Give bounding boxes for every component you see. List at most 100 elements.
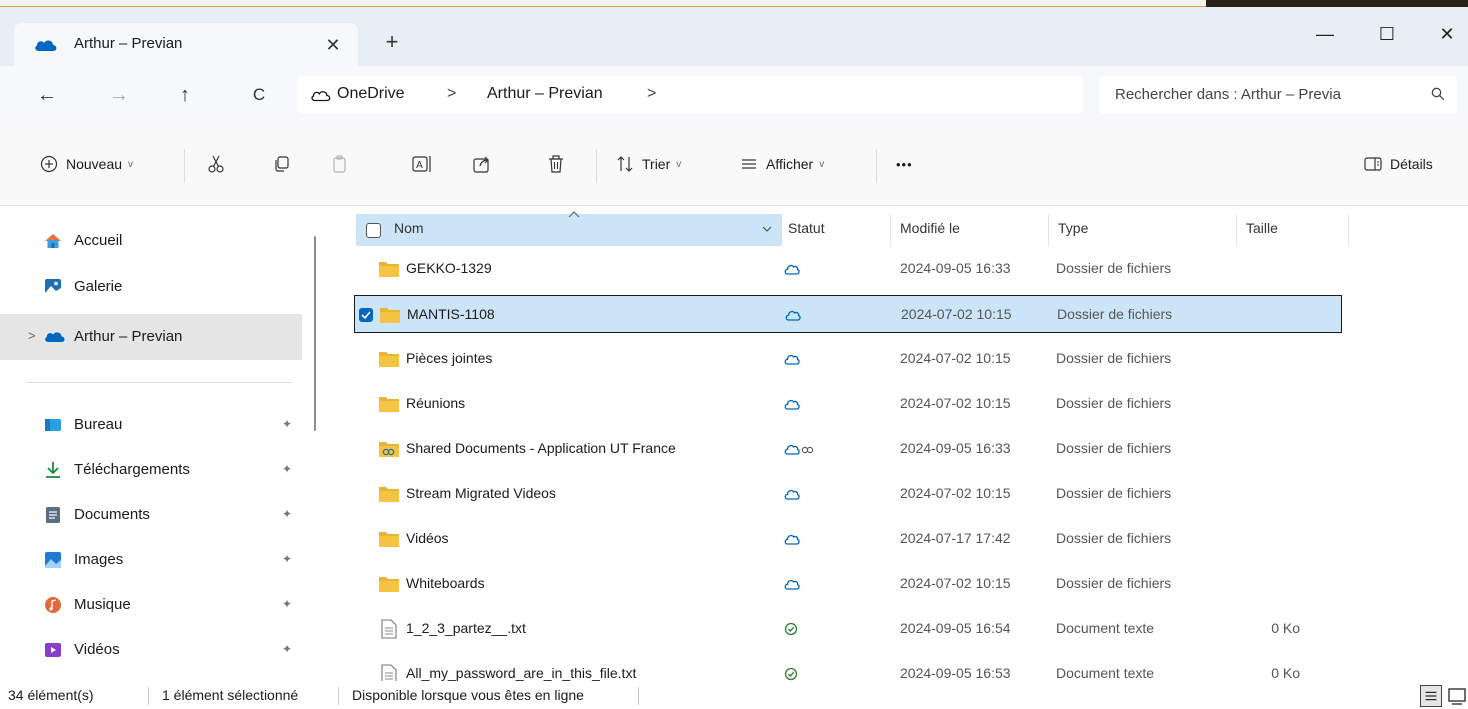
column-modified[interactable]: Modifié le (900, 220, 960, 236)
table-row[interactable]: Stream Migrated Videos 2024-07-02 10:15 Do… (354, 475, 1342, 513)
column-size[interactable]: Taille (1246, 220, 1278, 236)
column-header: Nom Statut Modifié le Type Taille (322, 211, 1468, 246)
refresh-button[interactable]: C (244, 80, 274, 110)
command-bar: Nouveau v A Trier v Afficher v ••• Détai… (0, 123, 1468, 206)
table-row[interactable]: Pièces jointes 2024-07-02 10:15 Dossier de… (354, 340, 1342, 378)
search-box[interactable] (1099, 76, 1457, 114)
delete-button[interactable] (546, 149, 566, 179)
screen: Arthur – Previan ✕ + — ☐ ✕ ← → ↑ C OneDr… (0, 0, 1468, 709)
cut-button[interactable] (206, 149, 226, 179)
sidebar-item-label: Vidéos (74, 641, 120, 658)
table-row[interactable]: All_my_password_are_in_this_file.txt 2024… (354, 655, 1342, 681)
sidebar-item-musique[interactable]: Musique ✦ (0, 586, 302, 624)
close-window-button[interactable]: ✕ (1427, 19, 1467, 49)
file-name: Réunions (406, 395, 466, 411)
column-type[interactable]: Type (1058, 220, 1088, 236)
row-checkbox-checked-icon[interactable] (359, 308, 373, 322)
sort-ascending-icon (568, 211, 580, 218)
large-icons-view-icon[interactable] (1446, 685, 1468, 707)
pin-icon[interactable]: ✦ (282, 642, 292, 656)
minimize-button[interactable]: — (1305, 19, 1345, 49)
file-type: Dossier de fichiers (1056, 260, 1172, 276)
sidebar-scrollbar[interactable] (314, 236, 316, 431)
back-button[interactable]: ← (32, 80, 62, 110)
pin-icon[interactable]: ✦ (282, 417, 292, 431)
paste-button[interactable] (330, 149, 350, 179)
select-all-checkbox[interactable] (366, 223, 381, 238)
file-modified: 2024-09-05 16:33 (900, 260, 1011, 276)
rename-button[interactable]: A (412, 149, 434, 179)
breadcrumb-arthur-previan[interactable]: Arthur – Previan (487, 85, 603, 103)
search-icon[interactable] (1431, 87, 1445, 101)
breadcrumb-separator[interactable]: > (647, 85, 656, 103)
column-divider[interactable] (890, 214, 891, 246)
tab-arthur-previan[interactable]: Arthur – Previan ✕ (14, 23, 358, 66)
shared-folder-icon (379, 442, 399, 457)
pin-icon[interactable]: ✦ (282, 462, 292, 476)
table-row[interactable]: MANTIS-1108 2024-07-02 10:15 Dossier de fi… (354, 295, 1342, 333)
details-button[interactable]: Détails (1364, 149, 1433, 179)
more-options-button[interactable]: ••• (896, 149, 913, 179)
column-status[interactable]: Statut (788, 220, 825, 236)
navigation-pane: Accueil Galerie > Arthur – Previan Burea… (0, 206, 322, 681)
chevron-right-icon[interactable]: > (28, 328, 36, 343)
sidebar-item-accueil[interactable]: Accueil (0, 222, 302, 260)
file-type: Document texte (1056, 620, 1155, 636)
chevron-down-icon: v (676, 158, 682, 170)
file-modified: 2024-07-02 10:15 (900, 485, 1011, 501)
pin-icon[interactable]: ✦ (282, 552, 292, 566)
table-row[interactable]: Shared Documents - Application UT France… (354, 430, 1342, 468)
file-name: Pièces jointes (406, 350, 493, 366)
sidebar-item-galerie[interactable]: Galerie (0, 268, 302, 306)
sort-button[interactable]: Trier v (616, 149, 681, 179)
column-divider[interactable] (1348, 214, 1349, 246)
sidebar-item-bureau[interactable]: Bureau ✦ (0, 406, 302, 444)
file-name: Shared Documents - Application UT France (406, 440, 676, 456)
sidebar-item-label: Images (74, 551, 124, 568)
breadcrumb-onedrive[interactable]: OneDrive (337, 85, 405, 103)
file-type: Dossier de fichiers (1056, 530, 1172, 546)
column-name[interactable]: Nom (356, 211, 782, 246)
share-icon (473, 156, 489, 173)
rename-icon: A (412, 156, 431, 172)
table-row[interactable]: Vidéos 2024-07-17 17:42 Dossier de fichier… (354, 520, 1342, 558)
sidebar-item-documents[interactable]: Documents ✦ (0, 496, 302, 534)
music-icon (45, 597, 61, 613)
cloud-status-icon (784, 579, 800, 590)
sidebar-item-arthur-previan[interactable]: > Arthur – Previan (0, 314, 302, 360)
file-type: Dossier de fichiers (1056, 485, 1172, 501)
toolbar-divider (876, 149, 877, 183)
table-row[interactable]: 1_2_3_partez__.txt 2024-09-05 16:54 Docume… (354, 610, 1342, 648)
up-button[interactable]: ↑ (170, 80, 200, 110)
status-divider (638, 687, 639, 705)
table-row[interactable]: Whiteboards 2024-07-02 10:15 Dossier de fi… (354, 565, 1342, 603)
sidebar-item-videos[interactable]: Vidéos ✦ (0, 631, 302, 669)
new-button[interactable]: Nouveau v (40, 149, 133, 179)
table-row[interactable]: Réunions 2024-07-02 10:15 Dossier de fichi… (354, 385, 1342, 423)
share-button[interactable] (472, 149, 492, 179)
copy-button[interactable] (272, 149, 292, 179)
file-type: Document texte (1056, 665, 1155, 681)
search-input[interactable] (1113, 85, 1417, 104)
sidebar-item-telechargements[interactable]: Téléchargements ✦ (0, 451, 302, 489)
onedrive-icon (45, 332, 65, 342)
breadcrumb-separator[interactable]: > (447, 85, 456, 103)
chevron-down-icon[interactable] (762, 226, 772, 233)
details-view-icon[interactable] (1420, 685, 1442, 707)
column-name-label: Nom (394, 220, 424, 236)
table-row[interactable]: GEKKO-1329 2024-09-05 16:33 Dossier de fic… (354, 250, 1342, 288)
sidebar-item-images[interactable]: Images ✦ (0, 541, 302, 579)
sidebar-item-label: Téléchargements (74, 461, 190, 478)
new-tab-button[interactable]: + (378, 29, 406, 57)
tab-close-icon[interactable]: ✕ (319, 31, 347, 59)
file-name: Whiteboards (406, 575, 485, 591)
pin-icon[interactable]: ✦ (282, 507, 292, 521)
view-button[interactable]: Afficher v (740, 149, 824, 179)
address-bar[interactable]: OneDrive > Arthur – Previan > (297, 76, 1083, 114)
column-divider[interactable] (1048, 214, 1049, 246)
home-icon (45, 234, 61, 248)
pin-icon[interactable]: ✦ (282, 597, 292, 611)
maximize-button[interactable]: ☐ (1367, 19, 1407, 49)
column-divider[interactable] (1236, 214, 1237, 246)
forward-button[interactable]: → (104, 80, 134, 110)
